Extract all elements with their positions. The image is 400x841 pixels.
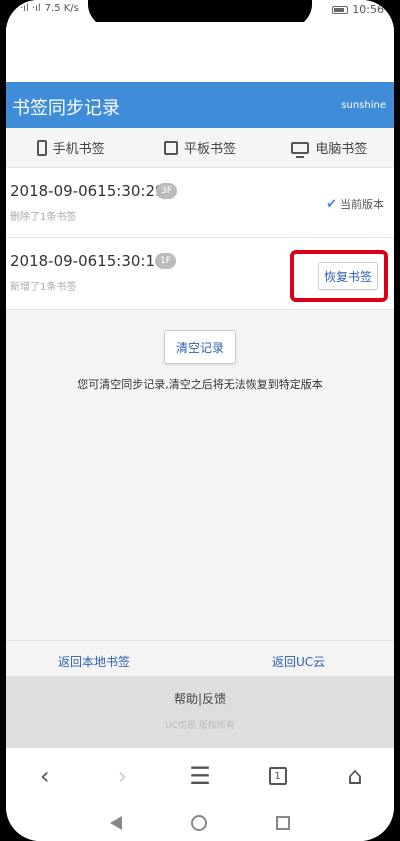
record-time: 2018-09-0615:30:29	[10, 182, 165, 200]
tab-label: 手机书签	[52, 142, 105, 157]
clear-records-button[interactable]: 清空记录	[164, 330, 236, 364]
page-top-blank	[6, 22, 394, 82]
pages-icon: 1	[268, 767, 287, 785]
copyright-text: UC优视 版权所有	[165, 721, 235, 731]
signal-icon: ·ıl ·ıl	[20, 3, 41, 14]
home-icon[interactable]: ⌂	[335, 756, 375, 796]
restore-highlight-box: 恢复书签	[290, 250, 388, 302]
tab-phone-bookmarks[interactable]: 手机书签	[6, 128, 135, 167]
battery-icon	[332, 5, 349, 14]
restore-bookmarks-button[interactable]: 恢复书签	[318, 262, 378, 290]
nav-back-icon[interactable]	[110, 815, 123, 830]
tablet-icon	[163, 140, 178, 155]
footer-info: 帮助|反馈 UC优视 版权所有	[6, 676, 394, 748]
phone-frame: ·ıl ·ıl 7.5 K/s 10:56 书签同步记录 sunshine 手机…	[0, 0, 400, 841]
record-badge: 3F	[156, 183, 177, 199]
page-title: 书签同步记录	[12, 98, 120, 119]
page-header: 书签同步记录 sunshine	[6, 82, 394, 128]
status-right: 10:56	[332, 3, 384, 16]
tab-pc-bookmarks[interactable]: 电脑书签	[265, 128, 394, 167]
screen: ·ıl ·ıl 7.5 K/s 10:56 书签同步记录 sunshine 手机…	[6, 0, 394, 841]
record-description: 删除了1条书签	[10, 212, 77, 223]
help-feedback-link[interactable]: 帮助|反馈	[6, 690, 394, 707]
record-time: 2018-09-0615:30:14	[10, 252, 165, 270]
sync-record: 2018-09-0615:30:14 1F 新增了1条书签 恢复书签	[6, 238, 394, 310]
forward-arrow-icon[interactable]: ›	[102, 756, 142, 796]
device-tabs: 手机书签 平板书签 电脑书签	[6, 128, 394, 168]
back-local-bookmarks-link[interactable]: 返回本地书签	[58, 653, 130, 670]
footer-links: 返回本地书签 返回UC云	[6, 640, 394, 676]
current-version-label: 当前版本	[340, 198, 384, 211]
network-speed: 7.5 K/s	[44, 3, 79, 14]
current-version-indicator: ✔ 当前版本	[326, 196, 384, 212]
status-time: 10:56	[352, 3, 384, 16]
status-left: ·ıl ·ıl 7.5 K/s	[20, 3, 79, 14]
username[interactable]: sunshine	[341, 100, 386, 111]
nav-recents-icon[interactable]	[275, 815, 290, 830]
clear-hint-text: 您可清空同步记录,清空之后将无法恢复到特定版本	[77, 378, 323, 391]
tab-tablet-bookmarks[interactable]: 平板书签	[135, 128, 264, 167]
back-uc-cloud-link[interactable]: 返回UC云	[272, 653, 325, 670]
sync-record: 2018-09-0615:30:29 3F 删除了1条书签 ✔ 当前版本	[6, 168, 394, 238]
browser-toolbar: ‹ › ☰ 1 ⌂	[6, 748, 394, 804]
check-icon: ✔	[326, 196, 337, 212]
back-arrow-icon[interactable]: ‹	[25, 756, 65, 796]
tab-label: 电脑书签	[315, 142, 368, 157]
phone-icon	[36, 139, 47, 156]
monitor-icon	[291, 141, 310, 158]
record-description: 新增了1条书签	[10, 282, 77, 293]
tab-label: 平板书签	[183, 142, 236, 157]
nav-home-icon[interactable]	[190, 814, 207, 831]
menu-icon[interactable]: ☰	[180, 756, 220, 796]
system-nav-bar	[6, 804, 394, 841]
record-badge: 1F	[155, 253, 176, 269]
pages-button[interactable]: 1	[258, 756, 298, 796]
